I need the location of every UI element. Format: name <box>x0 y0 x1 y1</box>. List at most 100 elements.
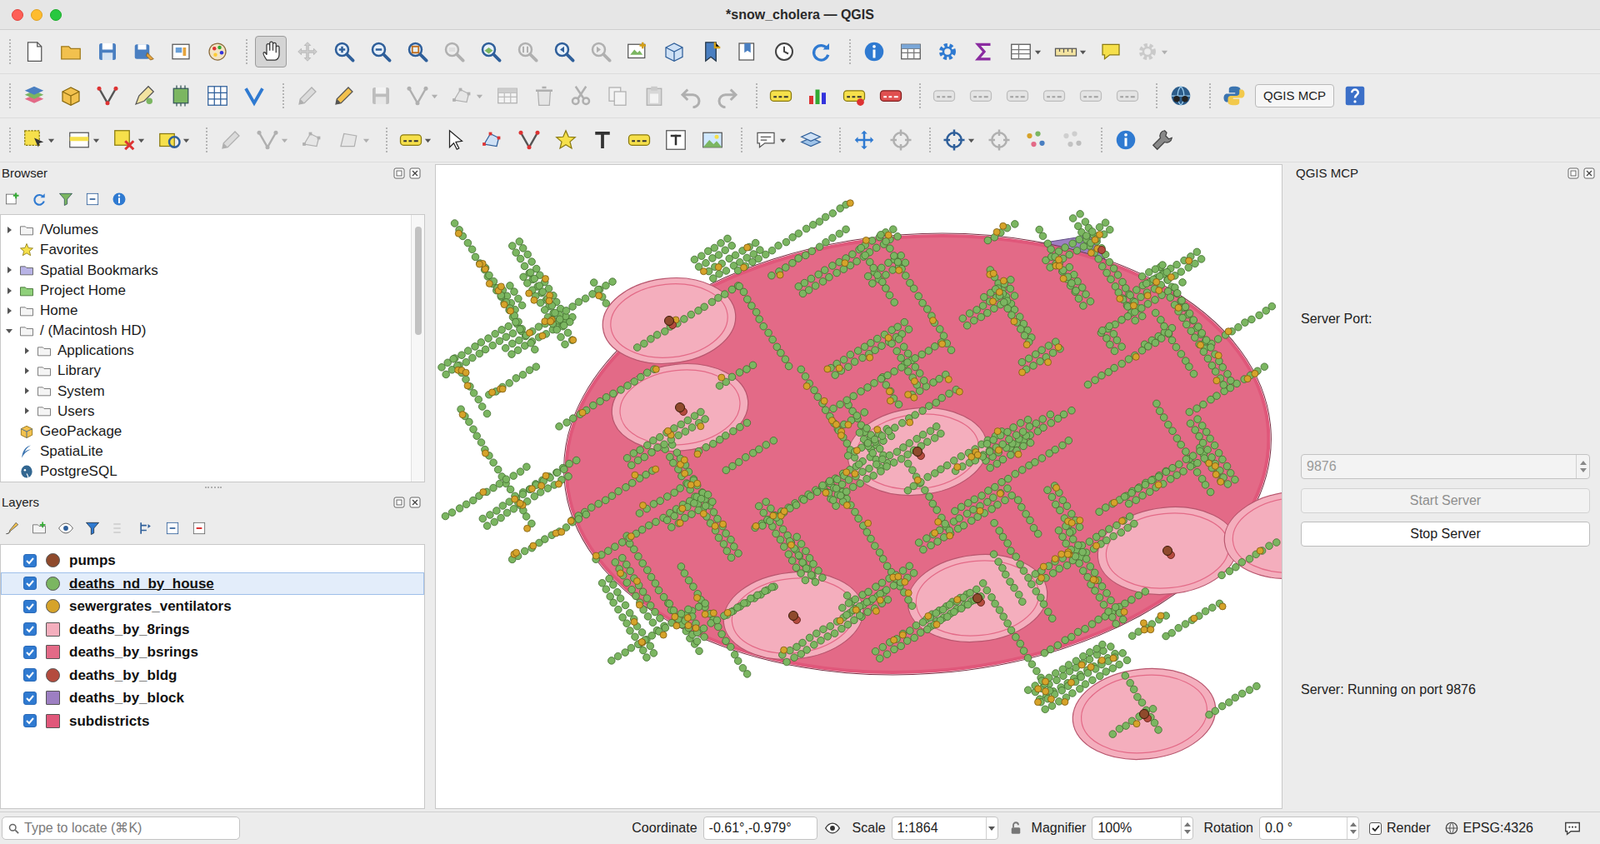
layer-checkbox[interactable] <box>23 645 37 660</box>
toolbar-button[interactable] <box>968 35 1000 68</box>
image-icon[interactable] <box>700 127 725 153</box>
layer-checkbox[interactable] <box>23 554 37 568</box>
dock-splitter[interactable] <box>425 162 435 812</box>
toolbar-button[interactable] <box>55 35 87 68</box>
toolbar-button[interactable] <box>440 124 472 156</box>
browser-item-label[interactable]: PostgreSQL <box>40 460 118 483</box>
map-canvas[interactable] <box>435 164 1283 810</box>
add-group-icon[interactable] <box>28 517 50 540</box>
toolbar-button[interactable] <box>1165 80 1197 112</box>
bubble-icon[interactable] <box>1098 39 1124 65</box>
toolbar-button[interactable] <box>251 124 292 156</box>
style-icon[interactable] <box>205 39 230 65</box>
toolbar-button[interactable] <box>638 80 670 112</box>
expand-arrow-icon[interactable] <box>20 385 33 397</box>
toolbar-button[interactable] <box>1131 35 1172 68</box>
toolbar-button[interactable] <box>658 35 690 68</box>
table2-icon[interactable] <box>1008 39 1034 65</box>
toolbar-button[interactable] <box>696 124 729 156</box>
selectloc-icon[interactable] <box>156 127 182 153</box>
layer-row[interactable]: deaths_by_bldg <box>0 664 425 688</box>
expand-arrow-icon[interactable] <box>3 465 15 478</box>
toolbar-button[interactable] <box>550 124 582 156</box>
toolbar-handle[interactable] <box>282 83 286 109</box>
target-icon[interactable] <box>941 127 967 153</box>
layer-name[interactable]: deaths_by_bsrings <box>69 641 199 664</box>
toolbar-button[interactable] <box>848 124 880 156</box>
toolbar-button[interactable] <box>801 80 834 112</box>
points-icon[interactable] <box>1060 127 1085 153</box>
remove-layer-icon[interactable] <box>188 517 210 540</box>
zoomlast-icon[interactable] <box>551 39 577 65</box>
bookmark-icon[interactable] <box>698 39 724 65</box>
zoomsel-icon[interactable] <box>441 39 467 65</box>
layer-checkbox[interactable] <box>23 714 37 728</box>
toolbar-button[interactable] <box>858 35 890 68</box>
target-icon[interactable] <box>986 127 1012 153</box>
trash-icon[interactable] <box>531 83 557 109</box>
layer-name[interactable]: deaths_by_bldg <box>69 665 177 687</box>
toolbar-button[interactable] <box>885 124 917 156</box>
toolbar-button[interactable] <box>750 124 790 156</box>
panel-splitter[interactable] <box>0 482 426 493</box>
toolbar-button[interactable] <box>1050 35 1090 68</box>
label-icon[interactable] <box>626 127 652 153</box>
toolbar-button[interactable] <box>238 80 270 112</box>
label-icon[interactable] <box>931 83 957 109</box>
close-window-button[interactable] <box>11 9 24 21</box>
deselect-icon[interactable] <box>111 127 137 153</box>
toolbar-button[interactable] <box>660 124 692 156</box>
toolbar-handle[interactable] <box>740 127 745 153</box>
map3d-icon[interactable] <box>661 39 687 65</box>
toolbar-handle[interactable] <box>205 127 210 153</box>
toolbar-button[interactable] <box>365 80 397 112</box>
toolbar-button[interactable] <box>805 35 837 68</box>
star-icon[interactable] <box>553 127 579 153</box>
refresh-icon[interactable] <box>808 39 834 65</box>
toolbar-button[interactable] <box>931 35 964 68</box>
toolbar-button[interactable] <box>675 80 707 112</box>
dropdown-arrow-icon[interactable] <box>362 136 370 145</box>
toolbar-handle[interactable] <box>9 127 13 153</box>
refresh-icon[interactable] <box>28 188 50 210</box>
dropdown-arrow-icon[interactable] <box>967 136 975 145</box>
expand-arrow-icon[interactable] <box>3 224 15 236</box>
pen-icon[interactable] <box>131 83 157 109</box>
copy-icon[interactable] <box>605 83 630 109</box>
browser-item[interactable]: Project Home <box>0 280 411 300</box>
browser-item[interactable]: Applications <box>0 340 411 361</box>
label-icon[interactable] <box>1078 83 1104 109</box>
browser-item[interactable]: Favorites <box>0 240 411 260</box>
dropdown-arrow-icon[interactable] <box>779 136 787 145</box>
browser-item[interactable]: Library <box>0 360 411 381</box>
add-icon[interactable] <box>1 188 24 210</box>
expand-arrow-icon[interactable] <box>20 365 33 377</box>
text-icon[interactable] <box>590 127 615 153</box>
zoomnative-icon[interactable] <box>515 39 540 65</box>
newmap-icon[interactable] <box>625 39 650 65</box>
toolbar-button[interactable] <box>476 124 509 156</box>
nodes-icon[interactable] <box>300 127 325 153</box>
toolbar-button[interactable] <box>1218 80 1250 112</box>
layout-icon[interactable] <box>168 39 194 65</box>
layer-row[interactable]: deaths_nd_by_house <box>0 572 425 596</box>
layer-checkbox[interactable] <box>23 691 37 705</box>
expression-filter-icon[interactable] <box>108 517 130 540</box>
toolbar-button[interactable] <box>491 80 524 112</box>
browser-item-label[interactable]: Spatial Bookmarks <box>40 260 159 282</box>
map-drawing[interactable] <box>435 165 1283 810</box>
expand-all-icon[interactable] <box>135 517 157 540</box>
toolbar-handle[interactable] <box>929 127 933 153</box>
toolbar-button[interactable] <box>1020 124 1052 156</box>
float-icon[interactable] <box>393 167 405 180</box>
toolbar-button[interactable] <box>765 80 797 112</box>
zoomin-icon[interactable] <box>331 39 357 65</box>
globe-icon[interactable] <box>1168 83 1194 109</box>
toolbar-handle[interactable] <box>1155 83 1160 109</box>
toolbar-button[interactable] <box>18 124 59 156</box>
doc-icon[interactable] <box>21 39 47 65</box>
plugin-button[interactable]: QGIS MCP <box>1255 84 1335 108</box>
browser-item-label[interactable]: /Volumes <box>40 219 99 241</box>
toolbar-button[interactable] <box>291 35 324 68</box>
toolbar-handle[interactable] <box>1209 83 1213 109</box>
